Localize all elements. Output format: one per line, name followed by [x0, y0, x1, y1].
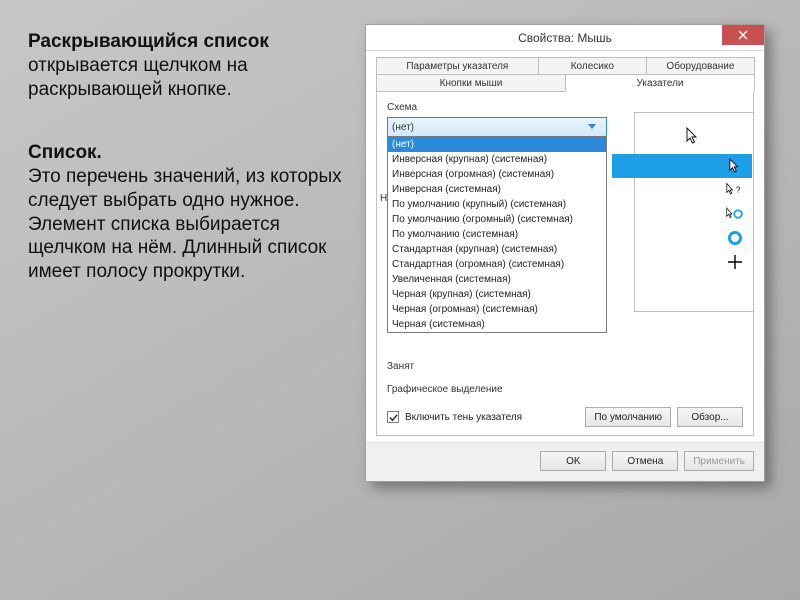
ok-button[interactable]: OK: [540, 451, 606, 471]
dropdown-option[interactable]: Черная (огромная) (системная): [388, 302, 606, 317]
cursor-row-busy[interactable]: [612, 226, 752, 250]
dropdown-option[interactable]: Стандартная (огромная) (системная): [388, 257, 606, 272]
tab-hardware[interactable]: Оборудование: [646, 57, 755, 75]
close-button[interactable]: [722, 25, 764, 45]
titlebar[interactable]: Свойства: Мышь: [366, 25, 764, 51]
dropdown-option[interactable]: Инверсная (огромная) (системная): [388, 167, 606, 182]
tab-buttons[interactable]: Кнопки мыши: [376, 74, 566, 92]
chevron-down-icon: [588, 124, 602, 130]
check-icon: [389, 413, 398, 422]
tab-wheel[interactable]: Колесико: [538, 57, 647, 75]
dropdown-option[interactable]: Черная (крупная) (системная): [388, 287, 606, 302]
cursor-row-working[interactable]: [612, 202, 752, 226]
dropdown-option[interactable]: Инверсная (крупная) (системная): [388, 152, 606, 167]
shadow-checkbox-label[interactable]: Включить тень указателя: [405, 412, 522, 423]
arrow-cursor-icon: [686, 127, 702, 143]
cursor-row-arrow[interactable]: [612, 154, 752, 178]
cursor-list: ?: [612, 154, 752, 274]
caption-heading-1: Раскрывающийся список: [28, 31, 269, 52]
scheme-combobox[interactable]: (нет): [387, 117, 607, 137]
precision-cursor-icon: [726, 253, 744, 271]
tab-pointers[interactable]: Указатели: [565, 74, 755, 92]
dialog-button-bar: OK Отмена Применить: [366, 442, 764, 481]
tab-body: Схема (нет) (нет) Инверсная (крупная) (с…: [376, 91, 754, 436]
scheme-dropdown-list[interactable]: (нет) Инверсная (крупная) (системная) Ин…: [387, 136, 607, 333]
tab-pointer-options[interactable]: Параметры указателя: [376, 57, 539, 75]
cursor-row-precision[interactable]: [612, 250, 752, 274]
caption-text-2: Это перечень значений, из которых следуе…: [28, 166, 342, 282]
mouse-properties-dialog: Свойства: Мышь Параметры указателя Колес…: [365, 24, 765, 482]
arrow-cursor-icon: [726, 157, 744, 175]
working-cursor-icon: [726, 205, 744, 223]
customize-label-fragment: Н: [380, 193, 387, 204]
busy-label: Занят: [387, 361, 743, 372]
apply-button[interactable]: Применить: [684, 451, 754, 471]
svg-text:?: ?: [736, 185, 741, 194]
help-cursor-icon: ?: [726, 181, 744, 199]
dropdown-option[interactable]: Инверсная (системная): [388, 182, 606, 197]
shadow-checkbox[interactable]: [387, 411, 399, 423]
dropdown-option[interactable]: Черная (системная): [388, 317, 606, 332]
graphic-selection-label: Графическое выделение: [387, 384, 743, 395]
caption-heading-2: Список.: [28, 142, 102, 163]
dropdown-option[interactable]: Стандартная (крупная) (системная): [388, 242, 606, 257]
dropdown-option[interactable]: Увеличенная (системная): [388, 272, 606, 287]
dropdown-option[interactable]: По умолчанию (огромный) (системная): [388, 212, 606, 227]
busy-cursor-icon: [726, 229, 744, 247]
cursor-row-help[interactable]: ?: [612, 178, 752, 202]
dialog-title: Свойства: Мышь: [366, 31, 764, 45]
dropdown-option[interactable]: По умолчанию (крупный) (системная): [388, 197, 606, 212]
close-icon: [738, 30, 748, 40]
caption-text-1: открывается щелчком на раскрывающей кноп…: [28, 55, 248, 100]
cancel-button[interactable]: Отмена: [612, 451, 678, 471]
browse-button[interactable]: Обзор...: [677, 407, 743, 427]
defaults-button[interactable]: По умолчанию: [585, 407, 671, 427]
dropdown-option[interactable]: (нет): [388, 137, 606, 152]
scheme-combobox-value: (нет): [392, 122, 588, 133]
explanatory-text: Раскрывающийся список открывается щелчко…: [28, 30, 348, 324]
dropdown-option[interactable]: По умолчанию (системная): [388, 227, 606, 242]
tabs: Параметры указателя Колесико Оборудовани…: [366, 51, 764, 92]
